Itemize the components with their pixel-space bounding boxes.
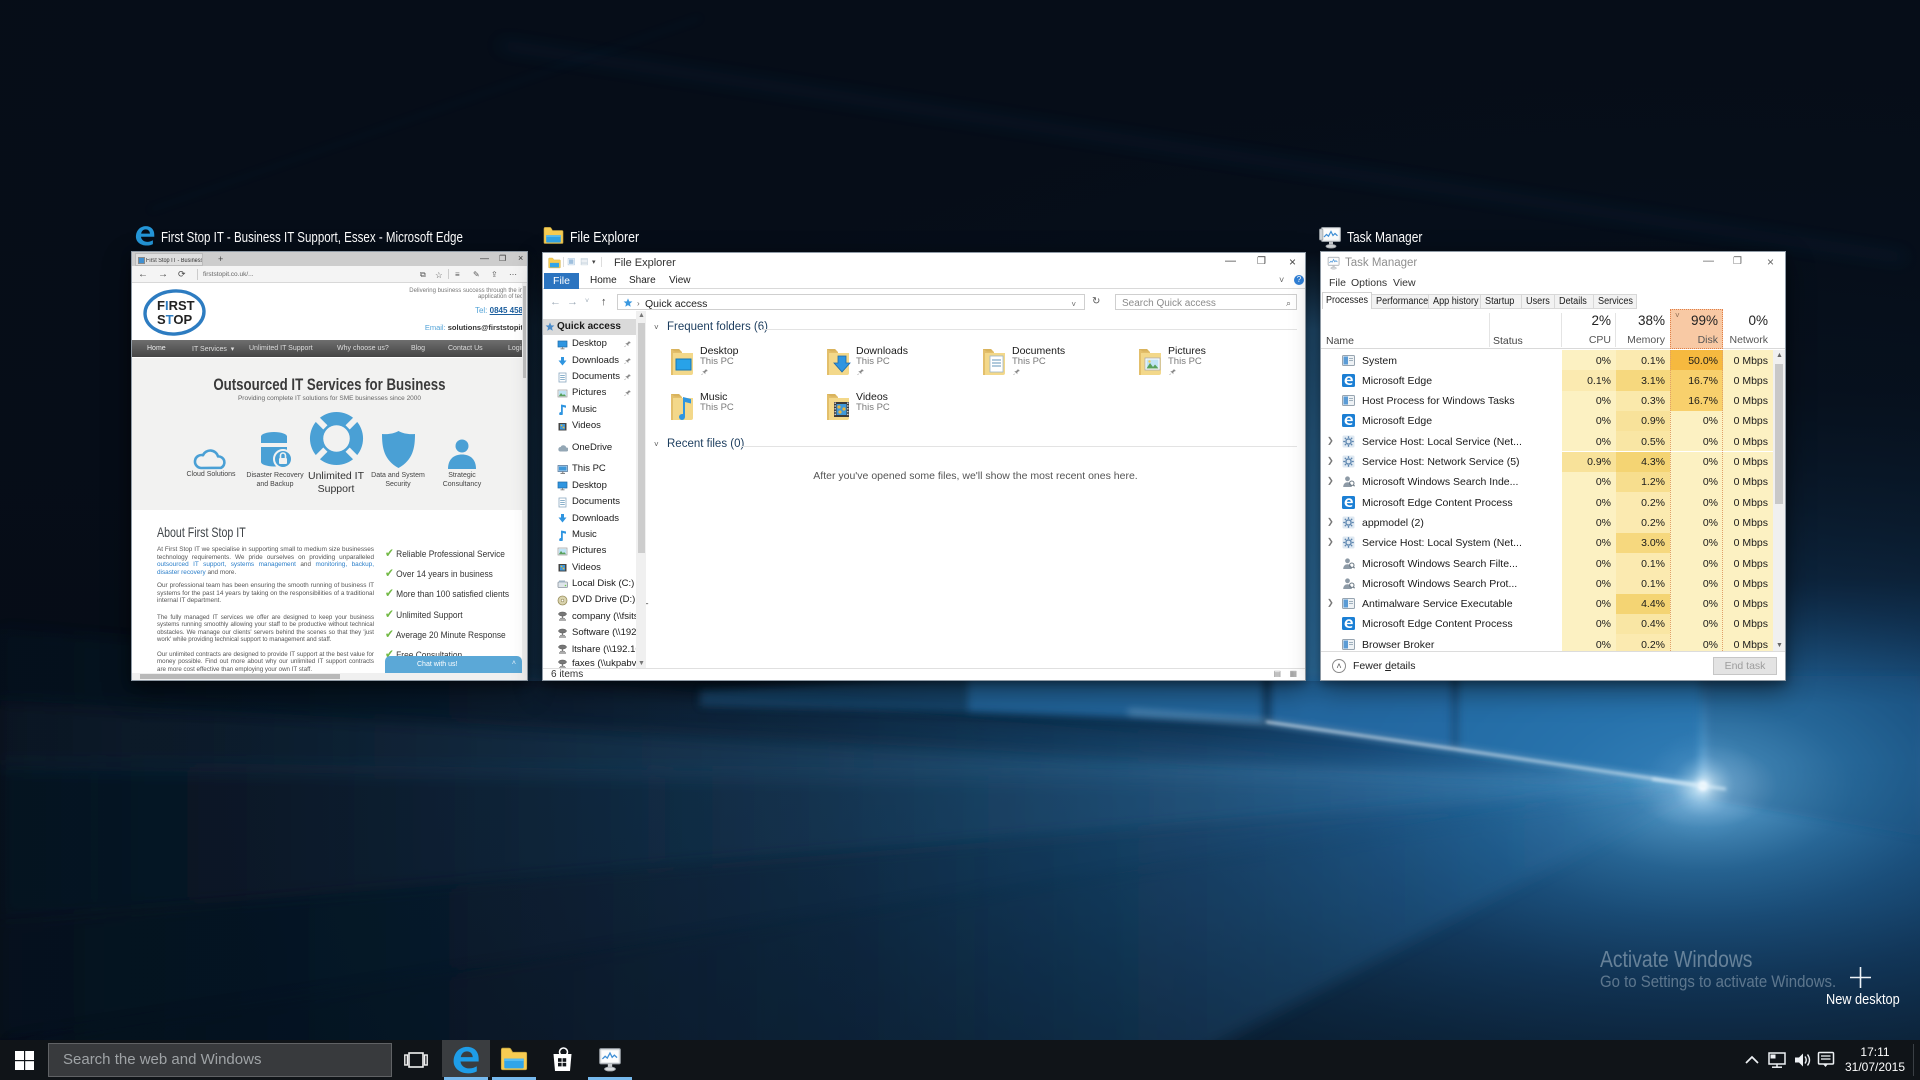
svg-text:STOP: STOP [157,312,193,327]
svg-text:FIRST: FIRST [157,298,195,313]
